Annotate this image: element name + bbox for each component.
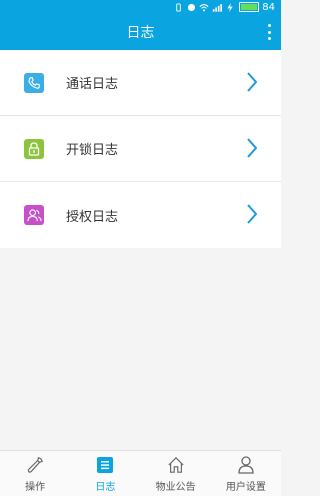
list-item-unlock-log[interactable]: 开锁日志 [0, 116, 281, 182]
battery-icon [239, 2, 260, 12]
page-title: 日志 [126, 25, 155, 41]
log-list: 通话日志 开锁日志 授权日志 [0, 50, 281, 248]
status-bar: 84 [0, 0, 281, 14]
signal-icon [212, 2, 223, 12]
tab-label: 用户设置 [225, 481, 266, 493]
user-icon [238, 455, 254, 475]
tab-announcements[interactable]: 物业公告 [141, 451, 211, 496]
chevron-right-icon [247, 138, 258, 162]
more-menu-icon[interactable] [267, 24, 271, 40]
wrench-icon [26, 455, 44, 475]
list-item-label: 授权日志 [66, 209, 119, 225]
list-item-auth-log[interactable]: 授权日志 [0, 182, 281, 248]
battery-level: 84 [262, 1, 275, 13]
unlock-icon [24, 138, 44, 159]
list-item-call-log[interactable]: 通话日志 [0, 50, 281, 116]
tab-label: 物业公告 [155, 481, 196, 493]
chevron-right-icon [247, 204, 258, 228]
tab-user-settings[interactable]: 用户设置 [211, 451, 281, 496]
tab-label: 操作 [25, 481, 46, 493]
list-item-label: 通话日志 [66, 77, 119, 92]
tab-label: 日志 [95, 481, 116, 493]
alarm-icon [186, 2, 196, 12]
vibrate-icon [173, 2, 183, 12]
chevron-right-icon [247, 72, 258, 96]
list-icon [97, 455, 114, 475]
bottom-tab-bar: 操作 日志 物业公告 用户设置 [0, 450, 281, 496]
users-icon [24, 205, 44, 225]
list-item-label: 开锁日志 [66, 143, 119, 158]
charging-icon [225, 2, 235, 12]
tab-operation[interactable]: 操作 [0, 451, 70, 496]
title-bar: 日志 [0, 14, 281, 50]
phone-icon [24, 72, 44, 93]
home-icon [167, 455, 185, 475]
tab-log[interactable]: 日志 [70, 451, 140, 496]
wifi-icon [199, 2, 209, 12]
